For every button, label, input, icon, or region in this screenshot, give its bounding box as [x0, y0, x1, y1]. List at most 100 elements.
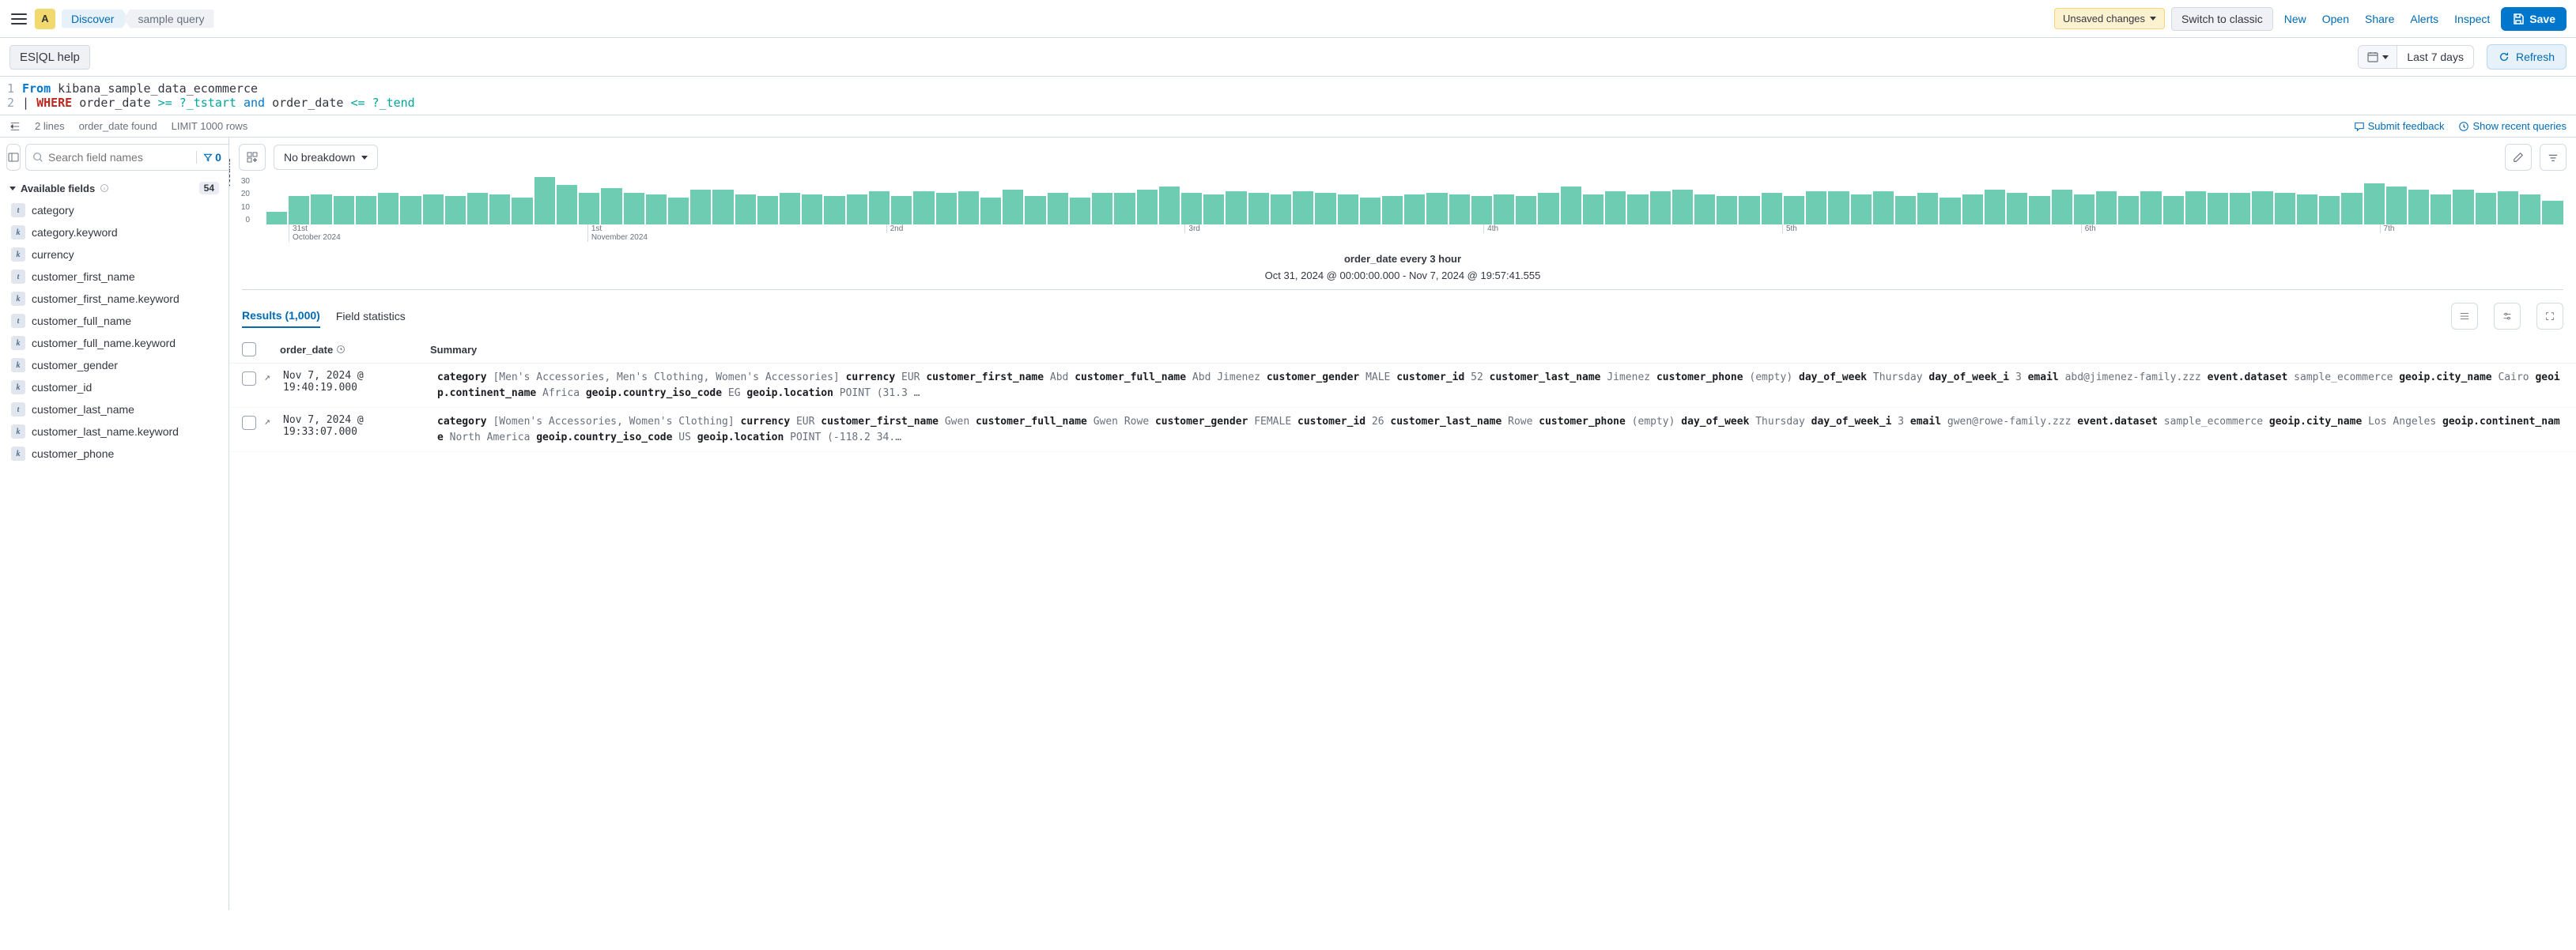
tab-field-statistics[interactable]: Field statistics [336, 305, 406, 327]
histogram-bar[interactable] [2208, 193, 2228, 224]
histogram-bar[interactable] [824, 196, 844, 224]
field-filter-button[interactable]: 0 [196, 151, 228, 164]
histogram-bar[interactable] [1605, 191, 1626, 224]
histogram-bar[interactable] [1404, 194, 1425, 224]
histogram-bar[interactable] [334, 196, 354, 224]
histogram-bar[interactable] [423, 194, 444, 224]
histogram-bar[interactable] [980, 198, 1001, 224]
histogram-bar[interactable] [1627, 194, 1648, 224]
histogram-bar[interactable] [1985, 190, 2005, 224]
histogram-bar[interactable] [2453, 190, 2473, 224]
histogram-bar[interactable] [1025, 196, 1045, 224]
histogram-bar[interactable] [2319, 196, 2340, 224]
histogram-bar[interactable] [1806, 191, 1826, 224]
field-search-input[interactable] [48, 151, 191, 164]
field-item-customer_phone[interactable]: kcustomer_phone [6, 443, 222, 465]
histogram-bar[interactable] [445, 196, 466, 224]
add-panel-button[interactable] [239, 144, 266, 171]
histogram-bar[interactable] [2163, 196, 2184, 224]
date-range-label[interactable]: Last 7 days [2397, 46, 2473, 68]
histogram-bar[interactable] [1494, 194, 1514, 224]
histogram-bar[interactable] [2140, 191, 2161, 224]
histogram-bar[interactable] [1338, 194, 1358, 224]
histogram-bar[interactable] [1784, 196, 1804, 224]
settings-button[interactable] [2494, 303, 2521, 330]
breakdown-selector[interactable]: No breakdown [274, 145, 378, 170]
menu-icon[interactable] [9, 9, 28, 28]
histogram-bar[interactable] [2498, 191, 2518, 224]
histogram-bar[interactable] [467, 193, 488, 224]
histogram-bar[interactable] [2007, 193, 2027, 224]
breadcrumb-discover[interactable]: Discover [62, 9, 128, 28]
histogram-bar[interactable] [1114, 193, 1135, 224]
histogram-bar[interactable] [1917, 193, 1938, 224]
available-fields-section[interactable]: Available fields 54 [6, 177, 222, 199]
chart-options-button[interactable] [2540, 144, 2567, 171]
tab-results[interactable]: Results (1,000) [242, 304, 320, 328]
histogram-bar[interactable] [1471, 196, 1492, 224]
table-row[interactable]: ↗ Nov 7, 2024 @ 19:33:07.000 category [W… [229, 408, 2576, 452]
histogram-bar[interactable] [512, 198, 532, 224]
histogram-bar[interactable] [2341, 193, 2362, 224]
histogram-bar[interactable] [891, 196, 912, 224]
row-checkbox[interactable] [242, 371, 256, 386]
collapse-sidebar-button[interactable] [6, 144, 21, 171]
histogram-bar[interactable] [1873, 191, 1894, 224]
field-item-customer_full_name[interactable]: tcustomer_full_name [6, 310, 222, 332]
histogram-bar[interactable] [1851, 194, 1872, 224]
histogram-bar[interactable] [1739, 196, 1759, 224]
histogram-bar[interactable] [958, 191, 979, 224]
histogram-bar[interactable] [780, 193, 800, 224]
histogram-bar[interactable] [2275, 193, 2295, 224]
histogram-bar[interactable] [2029, 196, 2049, 224]
histogram-bar[interactable] [1694, 194, 1715, 224]
histogram-bar[interactable] [869, 191, 890, 224]
new-link[interactable]: New [2279, 9, 2311, 28]
histogram-bar[interactable] [757, 196, 778, 224]
inspect-link[interactable]: Inspect [2449, 9, 2495, 28]
histogram-bar[interactable] [2074, 194, 2094, 224]
histogram-bar[interactable] [802, 194, 822, 224]
histogram-bar[interactable] [1516, 196, 1536, 224]
histogram-bar[interactable] [1070, 198, 1090, 224]
histogram-bar[interactable] [311, 194, 331, 224]
histogram-bar[interactable] [1293, 191, 1313, 224]
field-item-customer_first_name[interactable]: tcustomer_first_name [6, 266, 222, 288]
histogram-bar[interactable] [534, 177, 555, 224]
histogram-bar[interactable] [1650, 191, 1671, 224]
histogram-bar[interactable] [2542, 201, 2563, 224]
switch-to-classic-button[interactable]: Switch to classic [2171, 7, 2273, 31]
column-summary[interactable]: Summary [430, 344, 2563, 356]
share-link[interactable]: Share [2360, 9, 2399, 28]
row-checkbox[interactable] [242, 416, 256, 430]
histogram-bar[interactable] [1226, 191, 1246, 224]
histogram-bar[interactable] [601, 188, 621, 224]
info-icon[interactable] [100, 183, 109, 193]
histogram-bar[interactable] [1583, 194, 1603, 224]
histogram-bar[interactable] [1092, 193, 1112, 224]
histogram-bar[interactable] [2297, 194, 2317, 224]
density-button[interactable] [2451, 303, 2478, 330]
histogram-bar[interactable] [356, 196, 376, 224]
histogram-bar[interactable] [2386, 187, 2407, 224]
histogram-bar[interactable] [1561, 187, 1581, 224]
field-item-customer_id[interactable]: kcustomer_id [6, 376, 222, 398]
column-order-date[interactable]: order_date [264, 344, 422, 356]
breadcrumb-sample-query[interactable]: sample query [123, 9, 213, 28]
select-all-checkbox[interactable] [242, 342, 256, 356]
submit-feedback-link[interactable]: Submit feedback [2354, 120, 2445, 132]
histogram-bar[interactable] [1426, 193, 1447, 224]
histogram-bar[interactable] [712, 190, 733, 224]
histogram-bar[interactable] [624, 193, 644, 224]
histogram-bar[interactable] [1248, 193, 1269, 224]
edit-chart-button[interactable] [2505, 144, 2532, 171]
field-item-customer_last_name-keyword[interactable]: kcustomer_last_name.keyword [6, 420, 222, 443]
refresh-button[interactable]: Refresh [2487, 44, 2567, 70]
histogram-bar[interactable] [2096, 191, 2117, 224]
expand-icon[interactable]: ↗ [264, 371, 275, 401]
histogram-bar[interactable] [847, 194, 867, 224]
histogram-bar[interactable] [1672, 190, 1693, 224]
histogram-bar[interactable] [1762, 193, 1782, 224]
unsaved-changes-badge[interactable]: Unsaved changes [2054, 8, 2165, 29]
histogram-bar[interactable] [1717, 196, 1737, 224]
